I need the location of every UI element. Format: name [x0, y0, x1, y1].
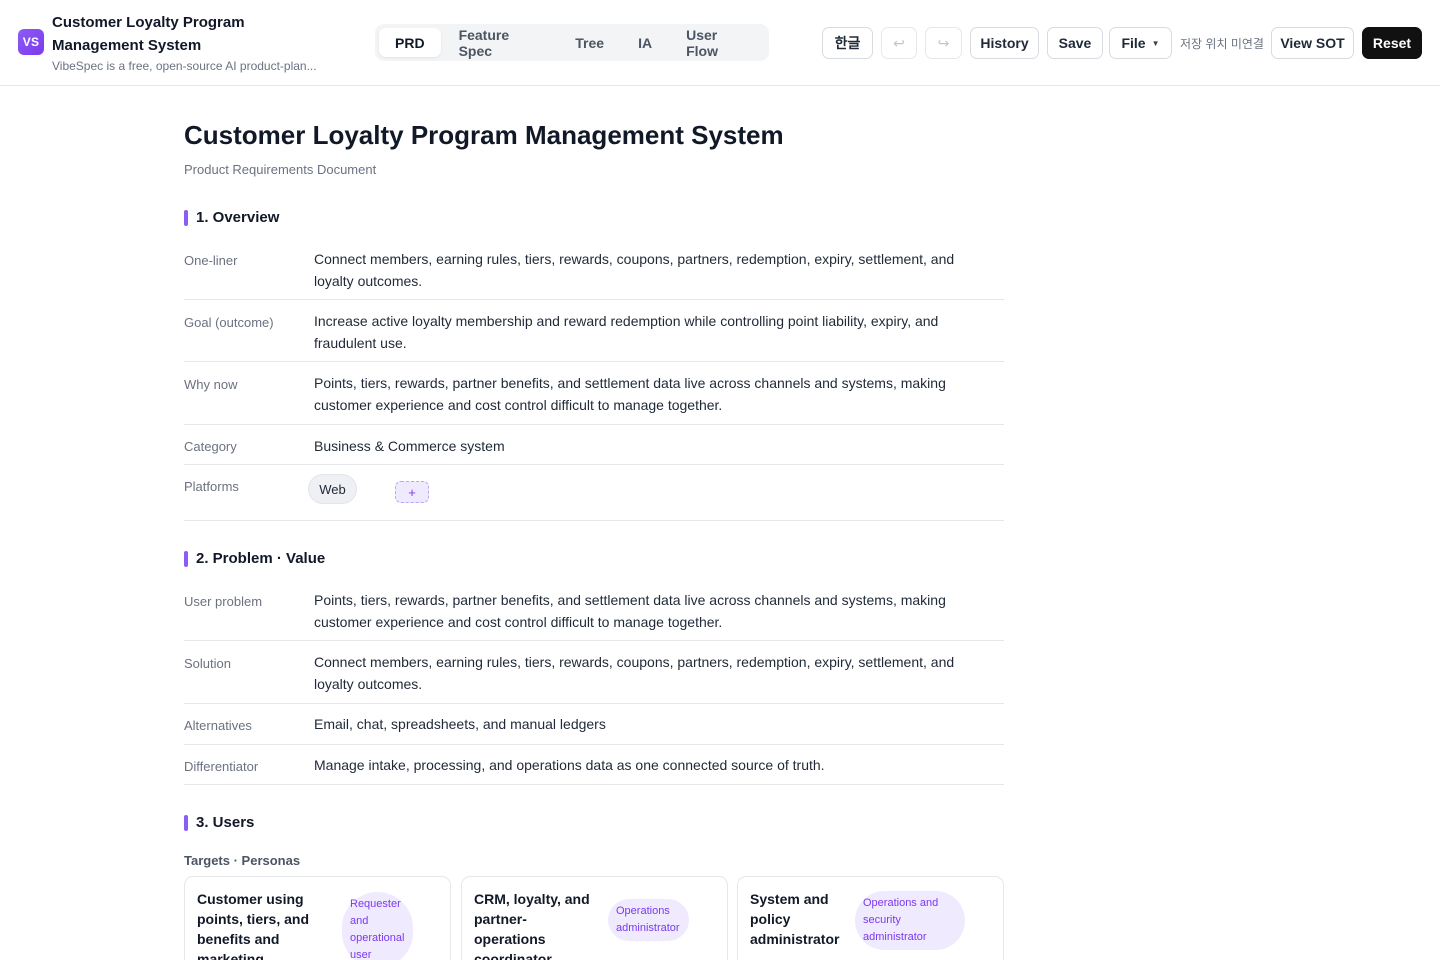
persona-name: System and policy administrator	[750, 891, 840, 947]
field-value[interactable]: Increase active loyalty membership and r…	[314, 310, 994, 354]
field-value[interactable]: Manage intake, processing, and operation…	[314, 754, 994, 776]
app-subtitle: VibeSpec is a free, open-source AI produ…	[52, 59, 317, 73]
file-menu-label: File	[1121, 35, 1146, 51]
language-button[interactable]: 한글	[822, 27, 873, 59]
field-value[interactable]: Email, chat, spreadsheets, and manual le…	[314, 713, 994, 735]
redo-icon[interactable]: ↪	[925, 27, 962, 59]
field-label: User problem	[184, 594, 263, 609]
tab-tree[interactable]: Tree	[559, 28, 620, 57]
overview-row-category[interactable]: Category Business & Commerce system	[184, 425, 1004, 465]
field-label: Goal (outcome)	[184, 315, 274, 330]
persona-role-badge: Operations administrator	[608, 899, 689, 941]
undo-icon[interactable]: ↩	[881, 27, 917, 59]
reset-button[interactable]: Reset	[1362, 27, 1422, 59]
overview-row-one-liner[interactable]: One-liner Connect members, earning rules…	[184, 237, 1004, 300]
document-title: Customer Loyalty Program Management Syst…	[184, 120, 784, 150]
history-button[interactable]: History	[970, 27, 1039, 59]
tab-user-flow[interactable]: User Flow	[670, 27, 765, 59]
field-label: Platforms	[184, 479, 239, 494]
view-sot-button[interactable]: View SOT	[1271, 27, 1354, 59]
field-value[interactable]: Connect members, earning rules, tiers, r…	[314, 248, 994, 292]
caret-down-icon: ▼	[1151, 38, 1160, 48]
document-subtitle: Product Requirements Document	[184, 162, 377, 177]
tab-prd[interactable]: PRD	[379, 28, 441, 57]
persona-name: CRM, loyalty, and partner-operations coo…	[474, 891, 590, 960]
tab-ia[interactable]: IA	[622, 28, 668, 57]
persona-name: Customer using points, tiers, and benefi…	[197, 891, 310, 960]
field-label: Alternatives	[184, 718, 252, 733]
problem-row-differentiator[interactable]: Differentiator Manage intake, processing…	[184, 745, 1004, 785]
personas-subheading: Targets · Personas	[184, 853, 301, 868]
field-value[interactable]: Points, tiers, rewards, partner benefits…	[314, 372, 994, 416]
field-label: Solution	[184, 656, 231, 671]
section-overview-heading: 1. Overview	[184, 210, 279, 226]
persona-card[interactable]: CRM, loyalty, and partner-operations coo…	[461, 876, 728, 960]
persona-role-badge: Operations and security administrator	[855, 891, 965, 950]
field-label: One-liner	[184, 253, 238, 268]
field-label: Category	[184, 439, 237, 454]
app-title: Customer Loyalty Program Management Syst…	[52, 14, 245, 54]
view-tabs: PRD Feature Spec Tree IA User Flow	[375, 24, 769, 61]
field-label: Why now	[184, 377, 238, 392]
overview-row-platforms: Platforms Web +	[184, 465, 1004, 521]
save-button[interactable]: Save	[1047, 27, 1103, 59]
top-bar: VS Customer Loyalty Program Management S…	[0, 0, 1440, 86]
section-problem-heading: 2. Problem · Value	[184, 551, 325, 567]
add-platform-button[interactable]: +	[395, 481, 429, 503]
save-location-status: 저장 위치 미연결	[1180, 37, 1264, 51]
problem-row-alternatives[interactable]: Alternatives Email, chat, spreadsheets, …	[184, 704, 1004, 745]
app-logo: VS	[18, 29, 44, 55]
problem-row-user-problem[interactable]: User problem Points, tiers, rewards, par…	[184, 579, 1004, 641]
section-users-heading: 3. Users	[184, 815, 254, 831]
overview-row-goal[interactable]: Goal (outcome) Increase active loyalty m…	[184, 300, 1004, 362]
file-menu-button[interactable]: File ▼	[1109, 27, 1172, 59]
problem-row-solution[interactable]: Solution Connect members, earning rules,…	[184, 641, 1004, 704]
platform-chip[interactable]: Web	[308, 474, 357, 504]
field-value[interactable]: Business & Commerce system	[314, 435, 994, 457]
persona-card[interactable]: Customer using points, tiers, and benefi…	[184, 876, 451, 960]
field-value[interactable]: Points, tiers, rewards, partner benefits…	[314, 589, 994, 633]
persona-role-badge: Requester and operational user	[342, 892, 413, 960]
field-label: Differentiator	[184, 759, 259, 774]
persona-card[interactable]: System and policy administrator Operatio…	[737, 876, 1004, 960]
field-value[interactable]: Connect members, earning rules, tiers, r…	[314, 651, 994, 695]
overview-row-why-now[interactable]: Why now Points, tiers, rewards, partner …	[184, 362, 1004, 425]
tab-feature-spec[interactable]: Feature Spec	[443, 27, 558, 59]
